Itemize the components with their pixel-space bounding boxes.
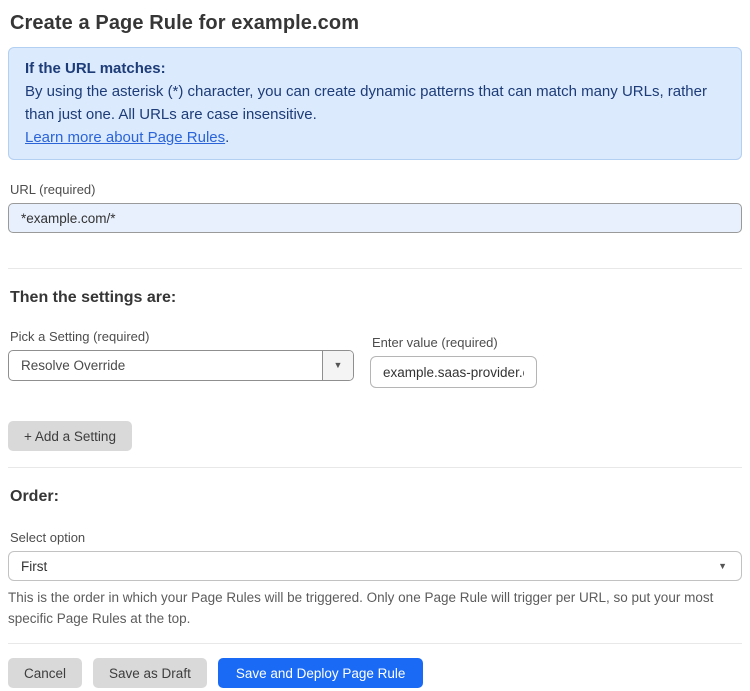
create-page-rule-form: Create a Page Rule for example.com If th…	[0, 0, 750, 688]
order-select[interactable]: First ▼	[8, 551, 742, 581]
page-title: Create a Page Rule for example.com	[10, 12, 360, 34]
learn-more-link[interactable]: Learn more about Page Rules	[25, 129, 225, 146]
url-input[interactable]	[8, 203, 742, 233]
setting-select-value: Resolve Override	[21, 358, 126, 373]
info-box-heading: If the URL matches:	[25, 60, 166, 77]
value-field-label: Enter value (required)	[372, 335, 498, 350]
setting-select-column: Pick a Setting (required) Resolve Overri…	[8, 307, 354, 381]
setting-select-label: Pick a Setting (required)	[10, 329, 150, 344]
divider	[8, 467, 742, 468]
setting-value-input[interactable]	[370, 356, 537, 388]
url-match-info-box: If the URL matches: By using the asteris…	[8, 47, 742, 160]
chevron-down-icon: ▼	[718, 560, 727, 571]
url-field-label: URL (required)	[10, 182, 96, 197]
settings-section-heading: Then the settings are:	[10, 289, 177, 306]
order-select-value: First	[21, 558, 48, 574]
cancel-button[interactable]: Cancel	[8, 658, 83, 688]
info-link-line: Learn more about Page Rules.	[25, 126, 725, 149]
divider	[8, 643, 742, 644]
info-box-body: By using the asterisk (*) character, you…	[25, 83, 707, 123]
save-deploy-button[interactable]: Save and Deploy Page Rule	[217, 658, 424, 688]
order-help-text: This is the order in which your Page Rul…	[8, 590, 714, 626]
settings-row: Pick a Setting (required) Resolve Overri…	[8, 307, 742, 388]
divider	[8, 268, 742, 269]
footer-actions: Cancel Save as Draft Save and Deploy Pag…	[8, 658, 742, 688]
setting-select-arrow-button[interactable]: ▼	[322, 351, 353, 380]
link-suffix: .	[225, 129, 230, 146]
chevron-down-icon: ▼	[333, 360, 343, 370]
save-draft-button[interactable]: Save as Draft	[93, 658, 207, 688]
order-select-label: Select option	[10, 530, 86, 545]
value-field-column: Enter value (required)	[370, 307, 537, 388]
setting-select[interactable]: Resolve Override ▼	[8, 350, 354, 381]
order-section-heading: Order:	[10, 488, 59, 505]
add-setting-button[interactable]: + Add a Setting	[8, 421, 132, 451]
